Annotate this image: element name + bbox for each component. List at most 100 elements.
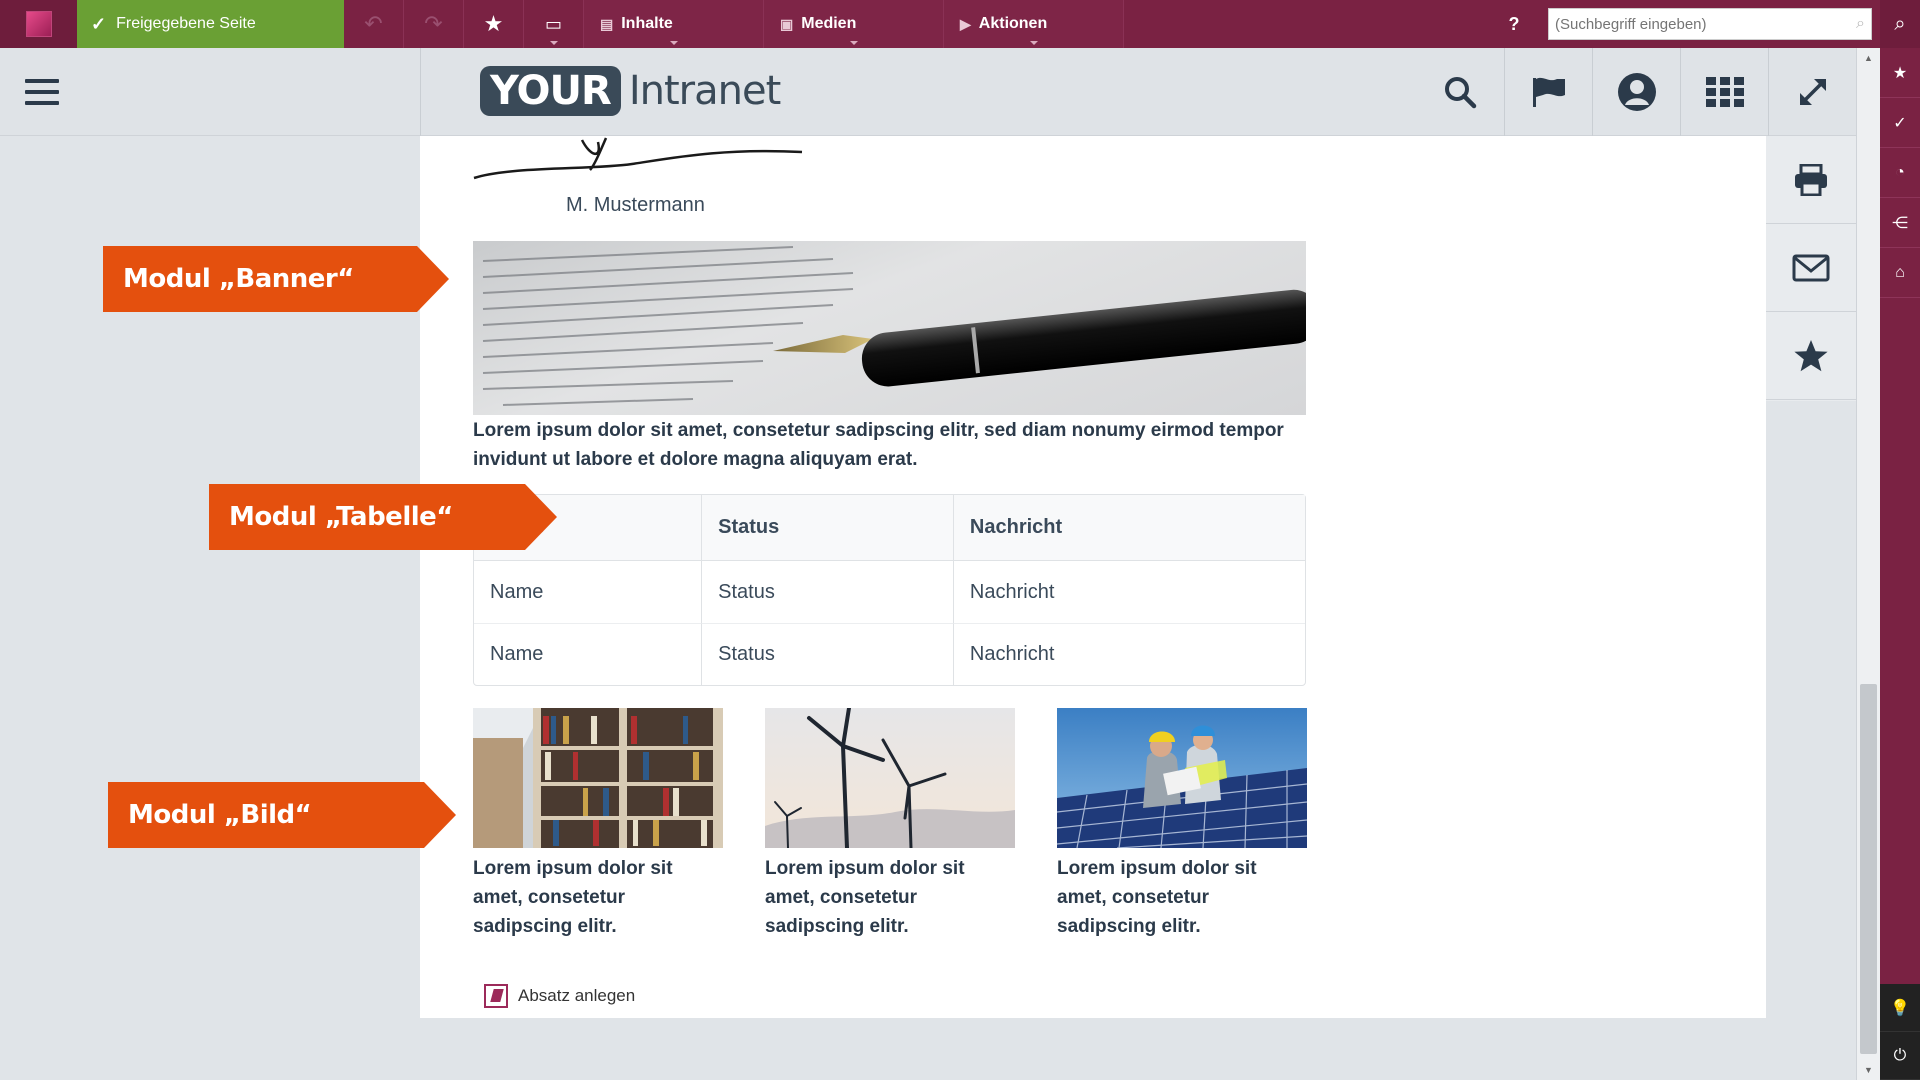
cms-search-input[interactable]: [1555, 15, 1857, 33]
search-icon: ⌕: [1894, 12, 1906, 35]
banner-image: [473, 241, 1306, 415]
search-icon: [1445, 77, 1477, 109]
print-button[interactable]: [1766, 136, 1856, 224]
header-flag-button[interactable]: [1504, 48, 1592, 136]
callout-table: Modul „Tabelle“: [209, 484, 557, 550]
image-card: Lorem ipsum dolor sit amet, consetetur s…: [1057, 708, 1307, 941]
table-header-cell: Status: [701, 495, 953, 561]
main-menu-button[interactable]: [0, 48, 84, 136]
menu-label: Aktionen: [978, 15, 1048, 32]
bookmark-star-button[interactable]: ★: [464, 0, 524, 48]
search-icon[interactable]: ⌕: [1856, 15, 1865, 33]
solar-workers-image: [1057, 708, 1307, 848]
help-button[interactable]: ?: [1484, 0, 1544, 48]
sidebar-home-button[interactable]: ⌂: [1880, 248, 1920, 298]
redo-button[interactable]: ↷: [404, 0, 464, 48]
cms-sidebar: ★ ✓ ◔ ⋲ ⌂ 💡 ⏻: [1880, 48, 1920, 1080]
favorite-button[interactable]: [1766, 312, 1856, 400]
add-paragraph-button[interactable]: Absatz anlegen: [484, 984, 635, 1008]
release-status-button[interactable]: ✓ Freigegebene Seite: [77, 0, 344, 56]
sidebar-tips-button[interactable]: 💡: [1880, 984, 1920, 1032]
site-logo[interactable]: YOUR Intranet: [480, 66, 781, 116]
header-search-button[interactable]: [1416, 48, 1504, 136]
chevron-down-icon: [1029, 41, 1038, 45]
star-icon: [1794, 339, 1828, 371]
hamburger-icon: [25, 79, 59, 105]
add-paragraph-label: Absatz anlegen: [518, 986, 636, 1005]
chevron-down-icon: [849, 41, 858, 45]
header-divider: [420, 48, 421, 136]
play-icon: ▶: [960, 15, 971, 32]
help-label: ?: [1508, 13, 1520, 34]
sidebar-tasks-button[interactable]: ✓: [1880, 98, 1920, 148]
logo-text: Intranet: [628, 68, 781, 114]
scroll-down-icon[interactable]: ▼: [1857, 1060, 1880, 1080]
page-scrollbar[interactable]: ▲ ▼: [1856, 48, 1880, 1080]
header-fullscreen-button[interactable]: [1768, 48, 1856, 136]
expand-icon: [1799, 79, 1826, 105]
star-icon: ★: [1892, 64, 1908, 82]
undo-button[interactable]: ↶: [344, 0, 404, 48]
sidebar-search-button[interactable]: ⌕: [1880, 0, 1920, 48]
image-caption: Lorem ipsum dolor sit amet, consetetur s…: [473, 858, 673, 937]
share-nodes-icon: ⋲: [1892, 214, 1908, 232]
sidebar-favorites-button[interactable]: ★: [1880, 48, 1920, 98]
image-caption: Lorem ipsum dolor sit amet, consetetur s…: [1057, 858, 1257, 937]
user-icon: [1617, 73, 1656, 111]
sidebar-bottom: 💡 ⏻: [1880, 984, 1920, 1080]
home-icon: ⌂: [1895, 263, 1905, 281]
chevron-down-icon: [549, 41, 558, 45]
cms-toolbar: ✓ Freigegebene Seite ↶ ↷ ★ ▭ ▤ Inhalte ▣…: [0, 0, 1920, 56]
table-cell: Status: [701, 561, 953, 623]
table-cell: Nachricht: [952, 623, 1305, 685]
header-icons: [1416, 48, 1856, 136]
cms-search-box: ⌕: [1548, 8, 1872, 40]
table-cell: Nachricht: [952, 561, 1305, 623]
power-icon: ⏻: [1893, 1046, 1907, 1064]
table-header-row: Name Status Nachricht: [474, 495, 1305, 561]
grid-icon: [1705, 77, 1744, 107]
menu-aktionen[interactable]: ▶ Aktionen: [944, 0, 1124, 48]
email-button[interactable]: [1766, 224, 1856, 312]
undo-icon: ↶: [364, 11, 383, 36]
table-cell: Name: [490, 580, 544, 603]
cms-logo-icon: [25, 11, 52, 37]
cms-search: ⌕: [1544, 0, 1880, 48]
menu-label: Inhalte: [621, 15, 673, 32]
share-bar: [1766, 136, 1856, 401]
scrollbar-thumb[interactable]: [1860, 684, 1877, 1054]
sidebar-history-button[interactable]: ◔: [1880, 148, 1920, 198]
devices-icon: ▭: [544, 13, 562, 34]
menu-label: Medien: [801, 15, 857, 32]
checkmark-icon: ✓: [91, 13, 107, 34]
image-caption: Lorem ipsum dolor sit amet, consetetur s…: [765, 858, 965, 937]
table-cell: Status: [701, 623, 953, 685]
table-row: Name Status Nachricht: [474, 623, 1305, 685]
envelope-icon: [1792, 254, 1830, 281]
header-apps-button[interactable]: [1680, 48, 1768, 136]
sidebar-power-button[interactable]: ⏻: [1880, 1032, 1920, 1080]
logo-box: YOUR: [480, 66, 621, 116]
sidebar-structure-button[interactable]: ⋲: [1880, 198, 1920, 248]
callout-image: Modul „Bild“: [108, 782, 456, 848]
checkmark-icon: ✓: [1893, 114, 1907, 132]
signature-name: M. Mustermann: [566, 194, 705, 216]
callout-banner: Modul „Banner“: [103, 246, 449, 312]
lightbulb-icon: 💡: [1890, 999, 1910, 1017]
menu-inhalte[interactable]: ▤ Inhalte: [584, 0, 764, 48]
wind-turbines-image: [765, 708, 1015, 848]
redo-icon: ↷: [424, 11, 443, 36]
page-content: M. Mustermann Lorem ipsum dolor sit amet…: [420, 136, 1766, 1018]
scroll-up-icon[interactable]: ▲: [1857, 48, 1880, 68]
flag-icon: [1532, 77, 1565, 107]
header-user-button[interactable]: [1592, 48, 1680, 136]
cms-logo[interactable]: [0, 0, 77, 48]
menu-medien[interactable]: ▣ Medien: [764, 0, 944, 48]
image-card: Lorem ipsum dolor sit amet, consetetur s…: [765, 708, 1015, 941]
image-card: Lorem ipsum dolor sit amet, consetetur s…: [473, 708, 723, 941]
site-header: YOUR Intranet: [0, 48, 1856, 136]
pen-on-paper-image: [482, 246, 1306, 406]
table-cell: Name: [474, 623, 702, 685]
preview-devices-button[interactable]: ▭: [524, 0, 584, 48]
